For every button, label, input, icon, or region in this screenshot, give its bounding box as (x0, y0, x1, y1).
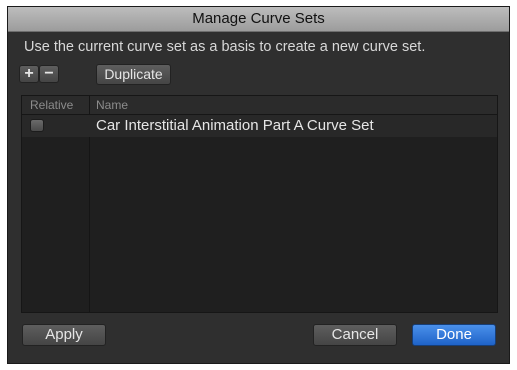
curve-set-name: Car Interstitial Animation Part A Curve … (96, 117, 374, 134)
instruction-text: Use the current curve set as a basis to … (24, 39, 426, 55)
manage-curve-sets-dialog: Manage Curve Sets Use the current curve … (7, 6, 510, 364)
curve-sets-table: Relative Name Car Interstitial Animation… (21, 95, 498, 313)
add-curve-set-button[interactable]: + (19, 65, 39, 83)
table-header: Relative Name (22, 96, 497, 115)
dialog-title: Manage Curve Sets (192, 10, 325, 27)
relative-checkbox[interactable] (30, 119, 44, 132)
column-header-relative[interactable]: Relative (30, 96, 73, 114)
dialog-titlebar[interactable]: Manage Curve Sets (8, 7, 509, 32)
remove-curve-set-button[interactable]: − (39, 65, 59, 83)
cancel-button[interactable]: Cancel (313, 324, 397, 346)
column-header-name[interactable]: Name (96, 96, 128, 114)
table-row[interactable]: Car Interstitial Animation Part A Curve … (22, 115, 497, 137)
apply-button[interactable]: Apply (22, 324, 106, 346)
duplicate-button[interactable]: Duplicate (96, 64, 171, 85)
done-button[interactable]: Done (412, 324, 496, 346)
